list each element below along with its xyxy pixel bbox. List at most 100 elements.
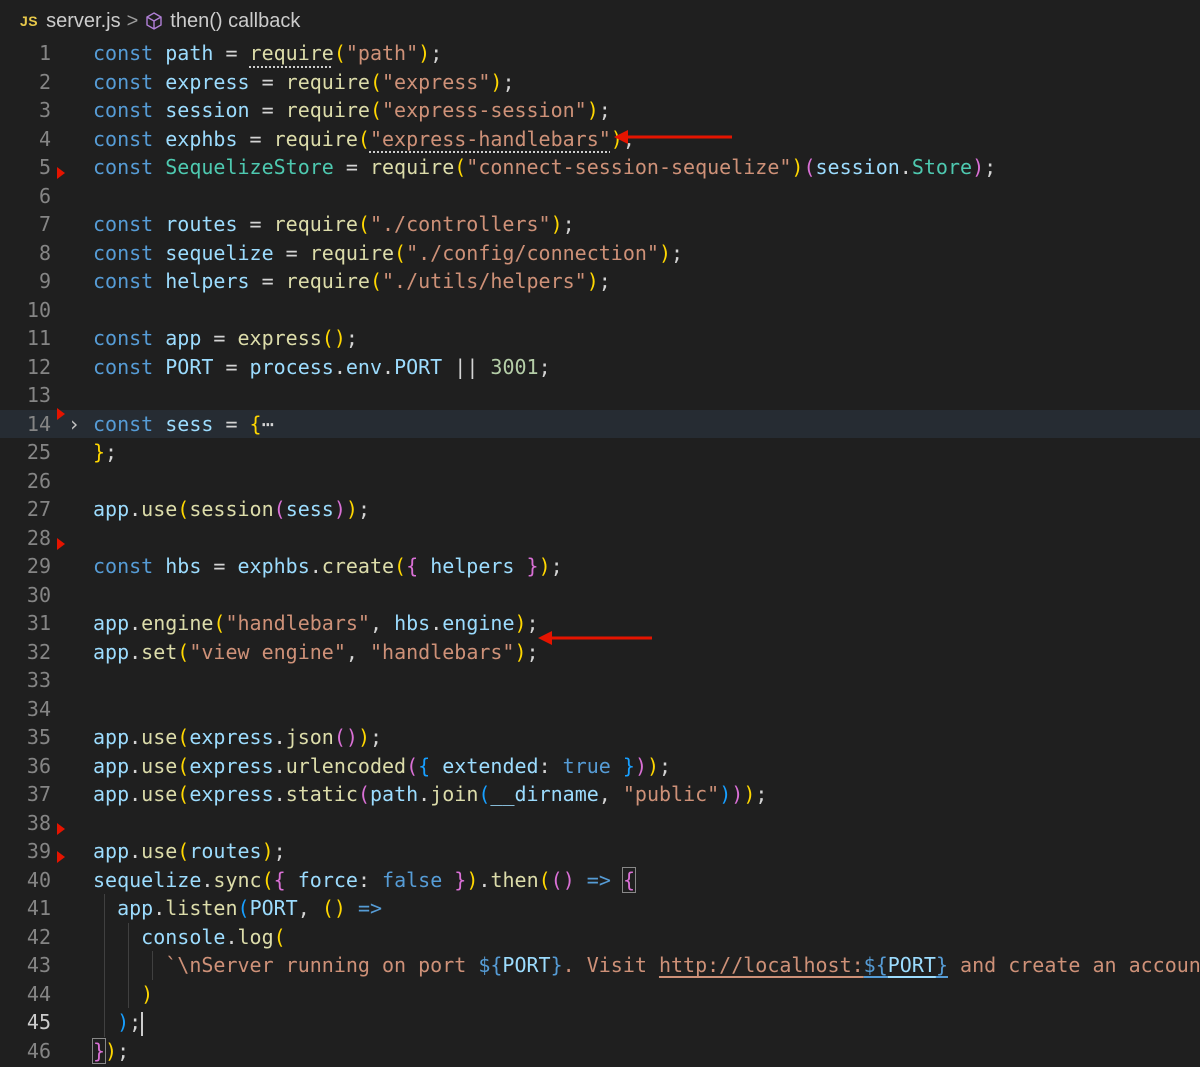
indent-guide [104,894,105,1037]
code-line[interactable]: 45 ); [0,1008,1200,1037]
diff-marker-icon[interactable] [57,407,65,420]
code-line[interactable]: 38 [0,809,1200,838]
chevron-right-icon: > [126,9,139,32]
code-text[interactable]: const sequelize = require("./config/conn… [93,239,683,268]
code-text[interactable]: }); [91,1037,129,1066]
breadcrumb-symbol[interactable]: then() callback [170,10,300,33]
code-line[interactable]: 33 [0,666,1200,695]
code-token: "handlebars" [225,611,370,635]
code-line[interactable]: 25}; [0,438,1200,467]
code-line[interactable]: 42 console.log( [0,923,1200,952]
code-text[interactable]: const PORT = process.env.PORT || 3001; [93,353,551,382]
code-text[interactable]: const express = require("express"); [93,68,514,97]
code-text[interactable]: const sess = {⋯ [93,410,274,439]
code-text[interactable]: }; [93,438,117,467]
code-token: , [598,782,623,806]
breadcrumb-file[interactable]: server.js [46,10,120,33]
code-text[interactable]: const hbs = exphbs.create({ helpers }); [93,552,563,581]
code-line[interactable]: 29 const hbs = exphbs.create({ helpers })… [0,552,1200,581]
code-line[interactable]: 12 const PORT = process.env.PORT || 3001; [0,353,1200,382]
code-line[interactable]: 46}); [0,1037,1200,1066]
code-text[interactable]: const helpers = require("./utils/helpers… [93,267,611,296]
code-token: PORT [249,896,298,920]
code-text[interactable]: app.use(express.json()); [93,723,382,752]
code-token: sequelize [93,867,202,892]
code-token: listen [165,896,238,920]
code-text[interactable]: sequelize.sync({ force: false }).then(()… [93,866,636,895]
code-line[interactable]: 13 [0,381,1200,410]
code-token: exphbs [237,554,310,578]
code-token: ( [478,782,491,806]
code-text[interactable]: const session = require("express-session… [93,96,611,125]
code-text[interactable]: app.use(express.static(path.join(__dirna… [93,780,767,809]
code-text[interactable]: app.set("view engine", "handlebars"); [93,638,539,667]
code-token: ; [598,98,611,122]
code-line[interactable]: 7 const routes = require("./controllers")… [0,210,1200,239]
code-line[interactable]: 27 app.use(session(sess)); [0,495,1200,524]
code-text[interactable]: app.use(express.urlencoded({ extended: t… [93,752,671,781]
code-line[interactable]: 41 app.listen(PORT, () => [0,894,1200,923]
code-token: const [93,240,166,265]
code-text[interactable]: const SequelizeStore = require("connect-… [93,153,996,182]
code-line[interactable]: 28 [0,524,1200,553]
code-text[interactable]: app.use(routes); [93,837,286,866]
code-line[interactable]: 43 `\nServer running on port ${PORT}. Vi… [0,951,1200,980]
code-line[interactable]: 14 › const sess = {⋯ [0,407,1200,439]
code-token: "./utils/helpers" [382,269,587,293]
code-line[interactable]: 44 ) [0,980,1200,1009]
indent-guide [152,951,153,980]
code-line[interactable]: 8 const sequelize = require("./config/con… [0,239,1200,268]
code-token: express [189,753,274,778]
code-line[interactable]: 36 app.use(express.urlencoded({ extended:… [0,752,1200,781]
code-line[interactable]: 6 [0,182,1200,211]
code-token: exphbs [165,126,238,151]
code-token: require [249,41,334,65]
code-line[interactable]: 26 [0,467,1200,496]
code-token: . [201,867,214,892]
code-text[interactable]: `\nServer running on port ${PORT}. Visit… [93,951,1200,980]
code-token: "express" [382,69,491,94]
code-line[interactable]: 1 const path = require("path"); [0,39,1200,68]
code-line[interactable]: 10 [0,296,1200,325]
code-text[interactable]: console.log( [93,923,286,952]
code-line[interactable]: 30 [0,581,1200,610]
code-line[interactable]: 9 const helpers = require("./utils/helper… [0,267,1200,296]
line-number: 42 [26,924,51,949]
code-line[interactable]: 4 const exphbs = require("express-handleb… [0,125,1200,154]
code-token: } [91,1037,107,1064]
code-text[interactable]: app.use(session(sess)); [93,495,370,524]
code-text[interactable]: app.engine("handlebars", hbs.engine); [93,609,539,638]
code-line[interactable]: 3 const session = require("express-sessio… [0,96,1200,125]
code-text[interactable]: ); [93,1008,144,1037]
code-token: } [93,440,106,464]
diff-marker-icon[interactable] [57,851,65,863]
code-text[interactable]: const app = express(); [93,324,358,353]
code-line[interactable]: 35 app.use(express.json()); [0,723,1200,752]
code-token: use [141,839,178,863]
code-line[interactable]: 5 const SequelizeStore = require("connect… [0,153,1200,182]
code-text[interactable]: app.listen(PORT, () => [93,894,382,923]
code-token: require [285,98,370,122]
code-text[interactable]: ) [93,980,153,1009]
code-line[interactable]: 40 sequelize.sync({ force: false }).then(… [0,866,1200,895]
code-token: ; [273,839,286,863]
code-token: = [333,155,370,179]
line-number: 4 [38,126,51,151]
code-line[interactable]: 39 app.use(routes); [0,837,1200,866]
diff-marker-icon[interactable] [57,167,65,179]
fold-chevron-icon[interactable]: › [68,410,80,439]
code-token: , [297,896,322,920]
code-text[interactable]: const path = require("path"); [93,39,442,68]
diff-marker-icon[interactable] [57,537,65,550]
code-line[interactable]: 37 app.use(express.static(path.join(__dir… [0,780,1200,809]
code-line[interactable]: 2 const express = require("express"); [0,68,1200,97]
code-token: SequelizeStore [165,155,334,179]
code-token: . [129,839,142,863]
code-line[interactable]: 11 const app = express(); [0,324,1200,353]
code-text[interactable]: const routes = require("./controllers"); [93,210,575,239]
diff-marker-icon[interactable] [57,822,65,835]
code-token: . [309,554,322,578]
code-line[interactable]: 34 [0,695,1200,724]
code-text[interactable]: const exphbs = require("express-handleba… [93,125,635,154]
